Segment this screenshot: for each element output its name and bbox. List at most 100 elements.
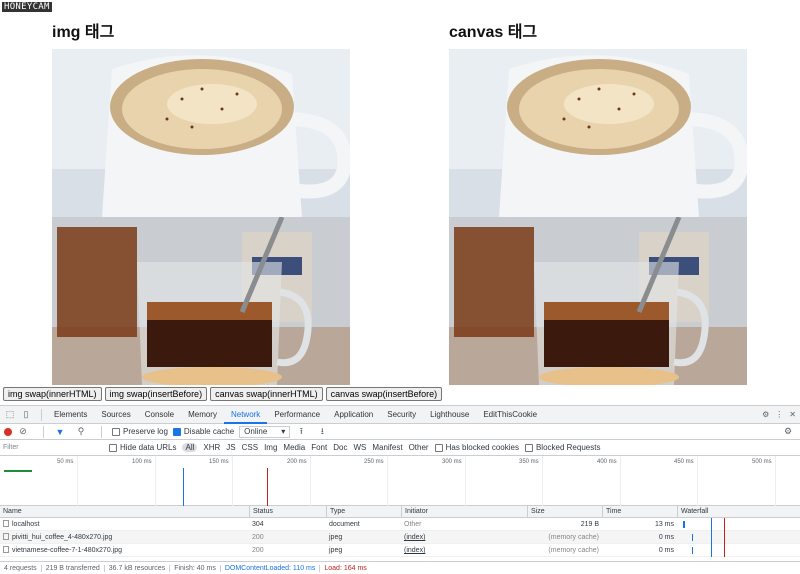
vietnamese-coffee-image — [52, 217, 350, 385]
timeline-gridline: 250 ms — [364, 456, 388, 506]
filter-type-font[interactable]: Font — [311, 443, 327, 452]
network-status-bar: 4 requests 219 B transferred 36.7 kB res… — [0, 561, 800, 574]
request-time: 0 ms — [658, 534, 674, 541]
network-overview-timeline[interactable]: 50 ms 100 ms 150 ms 200 ms 250 ms 300 ms… — [0, 456, 800, 506]
filter-input[interactable]: Filter — [3, 442, 103, 454]
column-size[interactable]: Size — [527, 506, 602, 518]
import-har-icon[interactable]: ⭱ — [295, 426, 307, 438]
resources-size: 36.7 kB resources — [105, 564, 171, 572]
request-time: 13 ms — [654, 521, 674, 528]
filter-type-manifest[interactable]: Manifest — [372, 443, 402, 452]
request-size: (memory cache) — [548, 534, 599, 541]
blocked-requests-checkbox[interactable]: Blocked Requests — [524, 443, 600, 452]
waterfall-bar — [692, 547, 693, 554]
throttling-select[interactable]: Online ▾ — [239, 425, 291, 438]
tab-lighthouse[interactable]: Lighthouse — [423, 406, 476, 424]
domcontentloaded-time: DOMContentLoaded: 110 ms — [221, 564, 321, 572]
img-swap-innerhtml-button[interactable]: img swap(innerHTML) — [3, 387, 102, 401]
chevron-down-icon: ▾ — [281, 426, 286, 436]
timeline-gridline: 100 ms — [132, 456, 156, 506]
request-count: 4 requests — [0, 564, 42, 572]
search-icon[interactable]: ⚲ — [75, 426, 87, 438]
checkbox-box — [434, 443, 443, 452]
canvas-swap-insertbefore-button[interactable]: canvas swap(insertBefore) — [325, 387, 443, 401]
tick-label: 150 ms — [209, 459, 229, 465]
checkbox-box — [112, 427, 120, 436]
filter-type-xhr[interactable]: XHR — [203, 443, 220, 452]
column-status[interactable]: Status — [249, 506, 326, 518]
img-swap-insertbefore-button[interactable]: img swap(insertBefore) — [104, 387, 208, 401]
tab-editthiscookie[interactable]: EditThisCookie — [476, 406, 544, 424]
request-size: (memory cache) — [548, 547, 599, 554]
request-type: document — [329, 521, 360, 528]
table-row[interactable]: vietnamese-coffee-7-1-480x270.jpg 200 jp… — [0, 544, 800, 557]
preserve-log-label: Preserve log — [123, 427, 168, 436]
timeline-gridline: 450 ms — [674, 456, 698, 506]
filter-type-ws[interactable]: WS — [353, 443, 366, 452]
filter-icon[interactable]: ▼ — [54, 426, 66, 438]
disable-cache-checkbox[interactable]: Disable cache — [172, 427, 234, 436]
dcl-line — [711, 531, 712, 544]
filter-type-img[interactable]: Img — [264, 443, 277, 452]
clear-icon[interactable]: ⊘ — [17, 426, 29, 438]
filter-type-js[interactable]: JS — [226, 443, 235, 452]
tick-label: 400 ms — [597, 459, 617, 465]
close-icon[interactable]: ✕ — [789, 410, 796, 419]
tab-security[interactable]: Security — [380, 406, 423, 424]
tick-label: 450 ms — [674, 459, 694, 465]
settings-gear-icon[interactable]: ⚙ — [762, 410, 769, 419]
document-file-icon — [3, 520, 9, 527]
latte-cup-canvas — [449, 49, 747, 217]
export-har-icon[interactable]: ⭳ — [316, 426, 328, 438]
column-time[interactable]: Time — [602, 506, 677, 518]
more-options-icon[interactable]: ⋮ — [775, 410, 783, 419]
canvas-swap-innerhtml-button[interactable]: canvas swap(innerHTML) — [210, 387, 323, 401]
img-column-title: img 태그 — [52, 24, 115, 41]
network-settings-gear-icon[interactable]: ⚙ — [784, 426, 796, 438]
divider — [41, 408, 42, 421]
tab-network[interactable]: Network — [223, 406, 268, 424]
inspect-element-icon[interactable]: ⬚ — [4, 409, 16, 421]
request-initiator: Other — [404, 521, 422, 528]
preserve-log-checkbox[interactable]: Preserve log — [112, 427, 168, 436]
image-file-icon — [3, 533, 9, 540]
tab-application[interactable]: Application — [327, 406, 380, 424]
load-marker — [267, 468, 268, 506]
throttling-value: Online — [244, 426, 268, 436]
request-initiator-link[interactable]: (index) — [401, 544, 527, 557]
devtools-window-controls: ⚙ ⋮ ✕ — [762, 410, 800, 419]
has-blocked-cookies-checkbox[interactable]: Has blocked cookies — [434, 443, 519, 452]
column-waterfall[interactable]: Waterfall — [677, 506, 800, 518]
filter-type-other[interactable]: Other — [409, 443, 429, 452]
hide-data-urls-label: Hide data URLs — [120, 443, 177, 452]
record-icon[interactable] — [4, 427, 12, 436]
timeline-gridline: 50 ms — [57, 456, 78, 506]
tab-elements[interactable]: Elements — [47, 406, 94, 424]
request-status: 304 — [252, 521, 264, 528]
filter-type-css[interactable]: CSS — [242, 443, 258, 452]
tab-memory[interactable]: Memory — [181, 406, 224, 424]
tab-sources[interactable]: Sources — [94, 406, 137, 424]
table-row[interactable]: pivitti_hui_coffee_4-480x270.jpg 200 jpe… — [0, 531, 800, 544]
device-toolbar-icon[interactable]: ▯ — [20, 409, 32, 421]
request-name: vietnamese-coffee-7-1-480x270.jpg — [12, 547, 122, 554]
tab-console[interactable]: Console — [138, 406, 181, 424]
devtools-panel: ⬚ ▯ Elements Sources Console Memory Netw… — [0, 405, 800, 574]
tab-performance[interactable]: Performance — [267, 406, 327, 424]
filter-type-doc[interactable]: Doc — [333, 443, 347, 452]
page-root: HONEYCAM img 태그 canvas 태그 img swap(inner… — [0, 0, 800, 574]
tick-label: 200 ms — [287, 459, 307, 465]
request-initiator-link[interactable]: (index) — [401, 531, 527, 544]
column-type[interactable]: Type — [326, 506, 401, 518]
column-initiator[interactable]: Initiator — [401, 506, 527, 518]
table-row[interactable]: localhost 304 document Other 219 B 13 ms — [0, 518, 800, 531]
hide-data-urls-checkbox[interactable]: Hide data URLs — [109, 443, 176, 452]
divider — [101, 425, 102, 438]
transferred-size: 219 B transferred — [42, 564, 105, 572]
tick-label: 500 ms — [752, 459, 772, 465]
column-name[interactable]: Name — [0, 506, 249, 518]
request-bar — [4, 470, 32, 472]
filter-type-media[interactable]: Media — [283, 443, 305, 452]
request-name-cell: pivitti_hui_coffee_4-480x270.jpg — [0, 531, 249, 544]
filter-type-all[interactable]: All — [182, 443, 198, 452]
